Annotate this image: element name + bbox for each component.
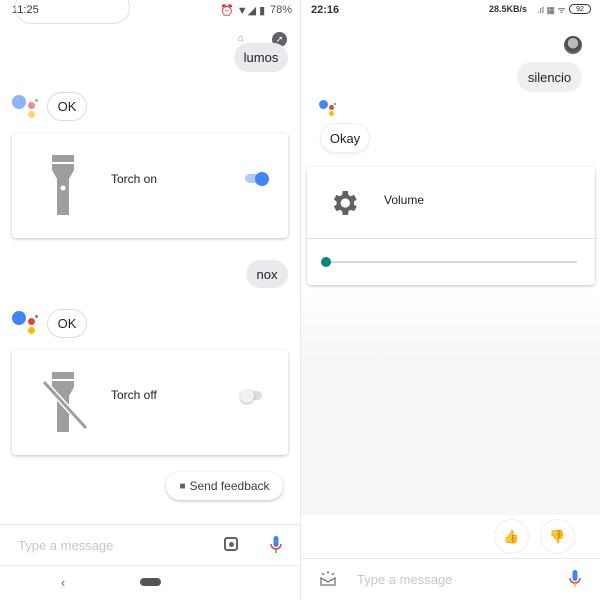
assistant-message: Okay — [320, 123, 370, 153]
user-message: silencio — [517, 62, 582, 92]
previous-message-bubble — [15, 0, 130, 24]
message-input[interactable]: Type a message — [357, 572, 452, 587]
volume-card: Volume — [307, 167, 595, 285]
user-message: nox — [246, 260, 288, 288]
user-message: lumos — [234, 43, 288, 72]
send-feedback-button[interactable]: ■ Send feedback — [166, 472, 283, 500]
divider — [301, 558, 600, 559]
divider — [307, 238, 595, 239]
volume-slider[interactable] — [321, 257, 577, 267]
feedback-icon: ■ — [179, 480, 186, 492]
signal-wifi-icons: .ıl ▦ ᯤ — [537, 5, 566, 15]
torch-toggle[interactable] — [240, 388, 262, 403]
keyboard-suggest-icon[interactable] — [319, 570, 337, 586]
network-speed: 28.5KB/s — [489, 4, 528, 14]
card-label: Torch off — [111, 388, 157, 402]
battery-level: 78% — [270, 4, 293, 16]
status-icons: ⏰ ▼◢ ▮ — [220, 5, 266, 17]
home-pill[interactable] — [140, 578, 161, 586]
status-time: 22:16 — [311, 4, 340, 16]
toggle-knob — [240, 388, 254, 403]
assistant-message: OK — [47, 309, 87, 338]
back-icon[interactable]: ‹ — [61, 575, 65, 590]
battery-level: 92 — [569, 4, 591, 14]
card-label: Torch on — [111, 172, 158, 186]
torch-off-card: Torch off — [12, 350, 288, 455]
gear-icon — [333, 191, 357, 215]
keyboard-suggest-icon: ⌂ — [238, 33, 245, 44]
slider-thumb[interactable] — [321, 257, 331, 267]
assistant-message: OK — [47, 92, 87, 121]
toggle-knob — [255, 171, 269, 186]
divider — [0, 565, 300, 566]
send-feedback-label: Send feedback — [189, 479, 270, 493]
flashlight-off-icon — [42, 372, 88, 432]
torch-on-card: Torch on — [12, 133, 288, 238]
divider — [0, 524, 300, 525]
background-area — [301, 292, 600, 515]
thumbs-up-button[interactable]: 👍 — [494, 519, 529, 554]
right-screen: 22:16 28.5KB/s .ıl ▦ ᯤ 92 silencio Okay … — [300, 0, 600, 600]
avatar[interactable] — [564, 36, 582, 54]
card-label: Volume — [384, 193, 425, 207]
message-input[interactable]: Type a message — [18, 538, 113, 553]
torch-toggle[interactable] — [245, 171, 269, 186]
flashlight-icon — [52, 155, 74, 215]
left-screen: 11:25 ⏰ ▼◢ ▮ 78% ⌂ ➚ lumos OK Torch on n… — [0, 0, 300, 600]
mic-icon[interactable] — [569, 570, 581, 588]
thumbs-down-button[interactable]: 👎 — [540, 519, 575, 554]
mic-icon[interactable] — [270, 536, 282, 554]
lens-icon[interactable] — [224, 537, 238, 551]
